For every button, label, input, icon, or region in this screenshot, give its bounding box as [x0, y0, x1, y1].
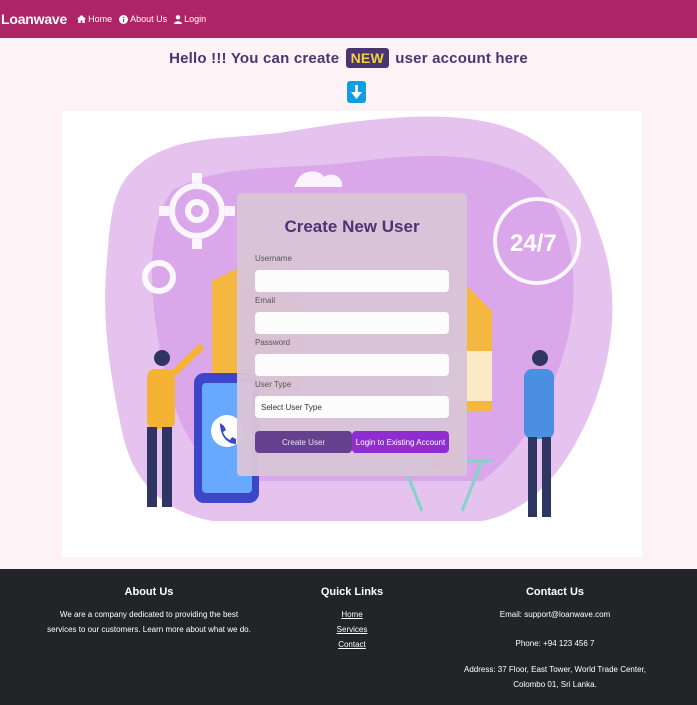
nav-about[interactable]: About Us	[119, 14, 167, 24]
new-badge: NEW	[345, 48, 389, 68]
footer-contact-email: Email: support@loanwave.com	[499, 610, 611, 619]
footer-links-title: Quick Links	[320, 586, 384, 598]
nav-home-label: Home	[88, 14, 113, 24]
create-user-card: Create New User Username Email Password …	[237, 193, 467, 476]
form-title: Create New User	[284, 217, 420, 236]
headline-text-start: Hello !!! You can create	[169, 50, 340, 67]
footer-link-contact[interactable]: Contact	[302, 637, 402, 652]
home-icon	[77, 15, 87, 23]
password-input[interactable]	[255, 354, 449, 376]
navbar: Loanwave Home About Us Login	[0, 0, 697, 38]
nav-about-label: About Us	[130, 14, 168, 24]
user-icon	[174, 14, 183, 24]
nav-login[interactable]: Login	[174, 14, 206, 24]
footer-contact-phone: Phone: +94 123 456 7	[515, 639, 595, 648]
footer-contact-address1: Address: 37 Floor, East Tower, World Tra…	[463, 665, 646, 674]
arrow-down-icon	[351, 85, 362, 99]
footer-quick-links: Quick Links Home Services Contact	[302, 585, 402, 652]
footer-link-services[interactable]: Services	[302, 622, 402, 637]
create-user-button[interactable]: Create User	[255, 431, 352, 453]
email-label: Email	[255, 296, 276, 305]
footer-about-title: About Us	[124, 586, 174, 598]
hero-24-7-text: 24/7	[510, 230, 557, 257]
footer-contact-title: Contact Us	[525, 586, 585, 598]
footer: About Us We are a company dedicated to p…	[0, 569, 697, 705]
scroll-down-button[interactable]	[347, 81, 366, 103]
usertype-selected-value: Select User Type	[261, 402, 322, 412]
nav-home[interactable]: Home	[77, 14, 112, 24]
username-label: Username	[255, 254, 292, 263]
brand-logo[interactable]: Loanwave	[0, 11, 67, 27]
login-existing-button[interactable]: Login to Existing Account	[352, 431, 449, 453]
headline-text-end: user account here	[395, 50, 528, 67]
username-input[interactable]	[255, 270, 449, 292]
footer-link-home[interactable]: Home	[302, 607, 402, 622]
email-input[interactable]	[255, 312, 449, 334]
nav-login-label: Login	[184, 14, 207, 24]
footer-about-line1: We are a company dedicated to providing …	[59, 610, 239, 619]
password-label: Password	[255, 338, 291, 347]
footer-about-line2: services to our customers. Learn more ab…	[47, 625, 251, 634]
usertype-select[interactable]: Select User Type	[255, 396, 449, 418]
footer-about: About Us We are a company dedicated to p…	[40, 585, 258, 637]
page-headline: Hello !!! You can create NEW user accoun…	[0, 48, 697, 68]
info-icon	[119, 14, 129, 24]
footer-contact: Contact Us Email: support@loanwave.com P…	[455, 585, 655, 692]
usertype-label: User Type	[255, 380, 292, 389]
footer-contact-address2: Colombo 01, Sri Lanka.	[513, 680, 597, 689]
